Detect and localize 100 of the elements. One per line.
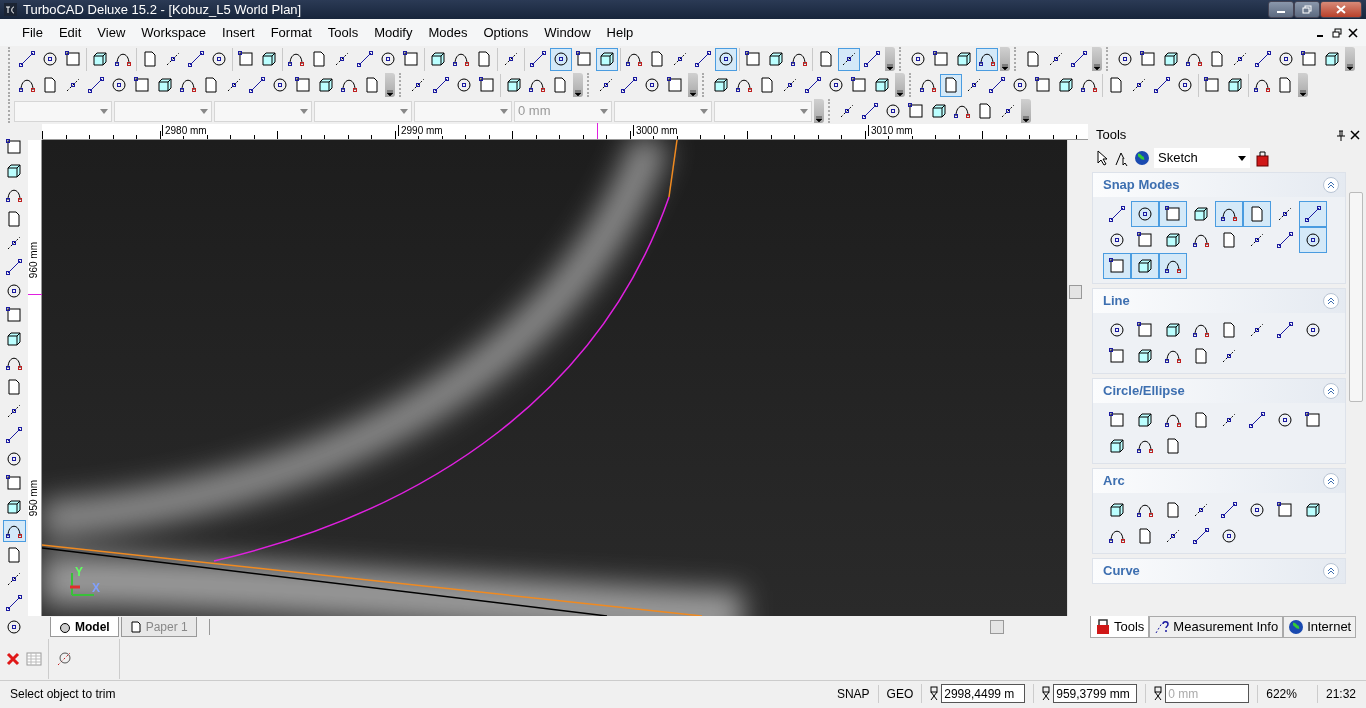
scroll-thumb[interactable] [1069,285,1082,299]
dropdown-field[interactable] [314,100,412,122]
circle-icon [5,617,23,636]
menu-item[interactable]: Workspace [133,20,215,45]
toolbar-options-button[interactable] [814,99,824,123]
globe-icon [1288,619,1305,635]
collapse-button[interactable] [1323,383,1339,399]
toolbar-button[interactable] [1103,253,1131,279]
node-pointer-icon[interactable] [1114,150,1130,166]
toolbar-options-button[interactable] [1345,47,1355,71]
circle-icon [1304,231,1322,249]
toolbar-button[interactable] [550,47,572,71]
cube-icon [5,497,23,516]
menu-item[interactable]: View [89,20,134,45]
close-button[interactable] [1320,1,1362,18]
menu-item[interactable]: Edit [50,20,90,45]
panel-tab[interactable]: Measurement Info [1149,616,1284,638]
toolbar-options-button[interactable] [1021,99,1031,123]
restore-button[interactable] [1294,1,1320,18]
close-icon[interactable] [1348,27,1358,38]
dropdown-field[interactable] [14,100,112,122]
circle-icon [1304,321,1322,339]
toolbar-button[interactable] [838,47,860,71]
globe-icon[interactable] [1134,150,1150,166]
scroll-thumb[interactable] [989,620,1004,634]
page-icon [1220,231,1238,249]
line-icon [1276,231,1294,249]
circle-icon [41,50,59,68]
trim-icon[interactable] [55,650,73,668]
menu-item[interactable]: File [14,20,51,45]
toolbar-options-button[interactable] [1000,47,1010,71]
circle-icon [5,449,23,468]
mode-dropdown[interactable]: Sketch [1154,148,1250,168]
chevron-icon [1093,63,1101,71]
close-icon [1336,5,1346,14]
collapse-button[interactable] [1323,473,1339,489]
panel-tab[interactable]: Tools [1090,616,1150,638]
page-icon [363,76,381,94]
toolbar-options-button[interactable] [895,73,905,97]
toolbar-button[interactable] [1159,201,1187,227]
menu-item[interactable]: Modify [366,20,421,45]
toolbar-button[interactable] [1215,201,1243,227]
close-icon[interactable] [1350,130,1360,140]
collapse-button[interactable] [1323,563,1339,579]
axis-label: X [92,581,100,595]
section-title[interactable]: Line [1103,291,1130,311]
sheet-tab[interactable]: Model [50,617,119,637]
square-icon [744,50,762,68]
section-title[interactable]: Arc [1103,471,1125,491]
coordinate-field[interactable]: 959,3799 mm [1053,684,1138,703]
page-icon [41,76,59,94]
dropdown-field[interactable] [714,100,812,122]
toolbar-options-button[interactable] [573,73,583,97]
ruler-label: 2990 mm [398,125,443,136]
menu-item[interactable]: Options [475,20,537,45]
coordinate-field[interactable]: 0 mm [1165,684,1250,703]
snap-indicator[interactable]: SNAP [836,684,870,703]
collapse-button[interactable] [1323,177,1339,193]
toolbar-options-button[interactable] [1298,73,1308,97]
dropdown-field[interactable] [614,100,712,122]
dropdown-field[interactable] [114,100,212,122]
clock-time: 21:32 [1316,684,1356,703]
toolbar-button[interactable] [1131,201,1159,227]
toolbar-options-button[interactable] [688,73,698,97]
menu-item[interactable]: Help [598,20,642,45]
menu-item[interactable]: Insert [214,20,263,45]
toolbar-button[interactable] [715,47,737,71]
collapse-button[interactable] [1323,293,1339,309]
ruler-label: 950 mm [28,480,40,517]
menu-item[interactable]: Window [536,20,599,45]
points-icon [999,102,1017,120]
menu-item[interactable]: Tools [319,20,367,45]
page-icon [976,102,994,120]
panel-tab[interactable]: Internet [1283,616,1357,638]
toolbar-button[interactable] [976,47,998,71]
section-title[interactable]: Curve [1103,561,1140,581]
page-icon [1164,437,1182,455]
dropdown-field[interactable] [214,100,312,122]
dropdown-field[interactable] [414,100,512,122]
restore-icon[interactable] [1332,27,1342,38]
minimize-button[interactable] [1268,1,1294,18]
circle-icon [1108,231,1126,249]
toolbar-button[interactable] [596,47,618,71]
toolbar-button[interactable] [2,519,26,542]
square-icon [666,76,684,94]
pin-icon[interactable] [1336,129,1346,141]
square-icon [1108,411,1126,429]
toolbar-button[interactable] [1159,253,1187,279]
menu-item[interactable]: Format [262,20,320,45]
circle-icon [1108,321,1126,339]
geo-indicator[interactable]: GEO [877,684,914,703]
toolbar-button[interactable] [1299,227,1327,253]
pointer-icon[interactable] [1096,150,1110,166]
menu-item[interactable]: Modes [420,20,476,45]
toolbar-options-button[interactable] [885,47,895,71]
coordinate-field[interactable]: 2998,4499 m [941,684,1026,703]
scroll-thumb[interactable] [1349,192,1363,402]
toolbar-options-button[interactable] [1092,47,1102,71]
toolbar-options-button[interactable] [385,73,395,97]
toolbar-button[interactable] [1299,201,1327,227]
